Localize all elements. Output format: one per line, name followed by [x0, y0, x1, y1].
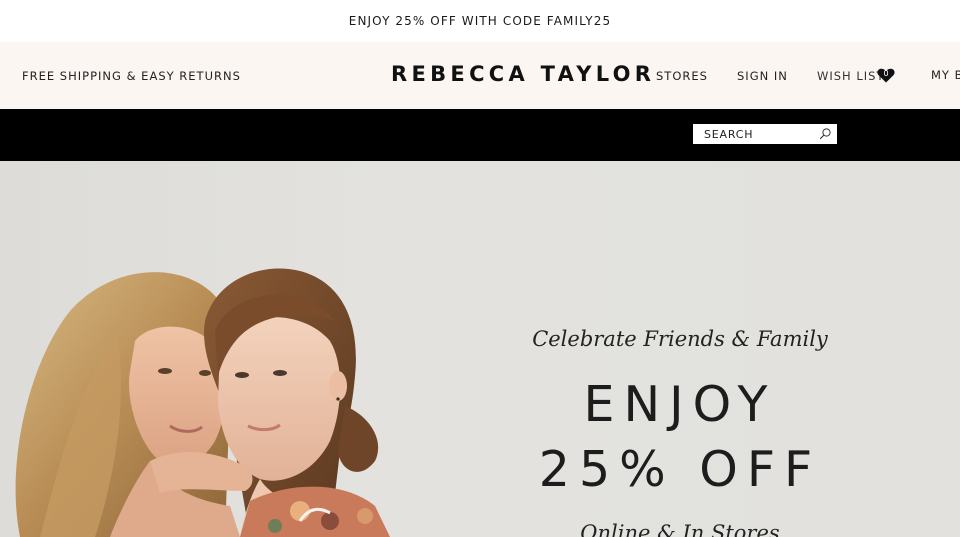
hero-text-block: Celebrate Friends & Family ENJOY 25% OFF… — [500, 161, 860, 537]
wish-list-link[interactable]: WISH LIST — [817, 69, 885, 83]
promo-text: ENJOY 25% OFF WITH CODE FAMILY25 — [348, 14, 612, 28]
search-box[interactable] — [693, 124, 837, 144]
promo-banner: ENJOY 25% OFF WITH CODE FAMILY25 — [0, 0, 960, 42]
hero-subline: Online & In Stores — [580, 521, 780, 537]
main-navigation-bar — [0, 109, 960, 161]
brand-logo[interactable]: REBECCA TAYLOR — [391, 62, 655, 86]
search-icon[interactable] — [818, 127, 832, 141]
hero-headline-line-2: 25% OFF — [538, 441, 822, 498]
wish-list-count: 0 — [883, 69, 889, 78]
hero-headline-line-1: ENJOY — [583, 376, 777, 433]
site-header: FREE SHIPPING & EASY RETURNS REBECCA TAY… — [0, 42, 960, 109]
shipping-message[interactable]: FREE SHIPPING & EASY RETURNS — [22, 69, 241, 83]
stores-link[interactable]: STORES — [656, 69, 708, 83]
my-bag-link[interactable]: MY B — [931, 68, 960, 82]
hero-banner[interactable]: Celebrate Friends & Family ENJOY 25% OFF… — [0, 161, 960, 537]
sign-in-link[interactable]: SIGN IN — [737, 69, 788, 83]
search-input[interactable] — [704, 127, 814, 141]
hero-tagline: Celebrate Friends & Family — [532, 327, 828, 351]
heart-icon[interactable]: 0 — [877, 68, 895, 83]
hero-models-image — [15, 268, 390, 537]
